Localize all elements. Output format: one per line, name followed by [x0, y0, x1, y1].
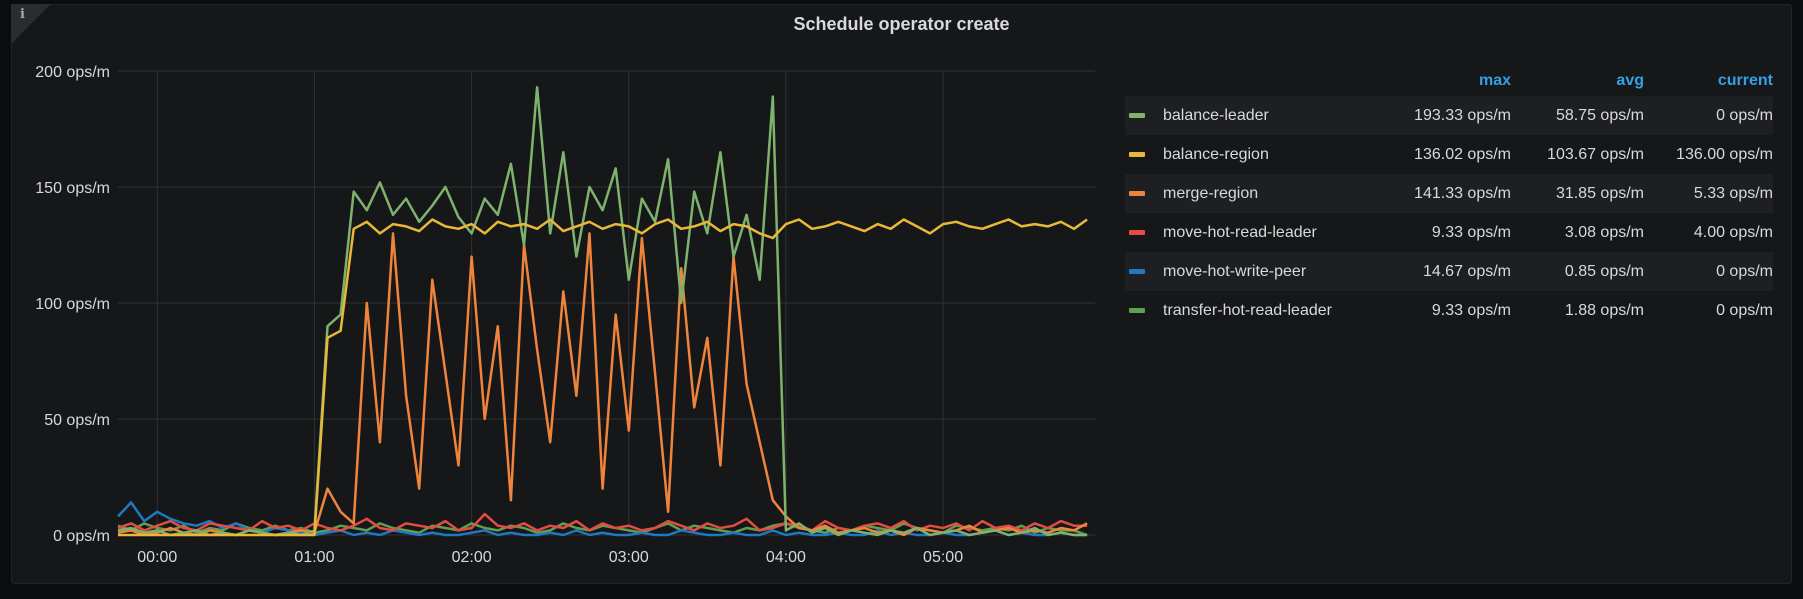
- legend-series[interactable]: balance-leader: [1125, 107, 1390, 125]
- y-tick-label: 150 ops/m: [35, 180, 110, 197]
- series-color-swatch[interactable]: [1129, 152, 1145, 157]
- legend-row[interactable]: balance-region 136.02 ops/m 103.67 ops/m 13…: [1125, 135, 1773, 174]
- legend-current-value: 136.00 ops/m: [1676, 145, 1773, 163]
- legend-max-value: 9.33 ops/m: [1431, 223, 1511, 241]
- series-line-move-hot-read-leader: [117, 512, 1088, 532]
- series-color-swatch[interactable]: [1129, 230, 1145, 235]
- legend-series-name[interactable]: balance-leader: [1163, 107, 1269, 125]
- series-line-merge-region: [117, 232, 1088, 537]
- legend-current-value: 0 ops/m: [1716, 301, 1773, 319]
- legend-avg-value: 1.88 ops/m: [1564, 301, 1644, 319]
- legend-avg-value: 58.75 ops/m: [1555, 106, 1644, 124]
- legend-row[interactable]: transfer-hot-read-leader 9.33 ops/m 1.88 o…: [1125, 291, 1773, 330]
- legend-avg-value: 103.67 ops/m: [1547, 145, 1644, 163]
- legend-series[interactable]: transfer-hot-read-leader: [1125, 302, 1390, 320]
- y-tick-label: 100 ops/m: [35, 296, 110, 313]
- legend-series-name[interactable]: move-hot-write-peer: [1163, 263, 1306, 281]
- legend-series[interactable]: move-hot-read-leader: [1125, 224, 1390, 242]
- y-tick-label: 0 ops/m: [53, 528, 110, 545]
- x-tick-label: 04:00: [766, 549, 806, 566]
- legend-max-value: 14.67 ops/m: [1422, 262, 1511, 280]
- legend-series[interactable]: move-hot-write-peer: [1125, 263, 1390, 281]
- legend-max-value: 9.33 ops/m: [1431, 301, 1511, 319]
- legend-max-value: 141.33 ops/m: [1414, 184, 1511, 202]
- legend-current-value: 5.33 ops/m: [1693, 184, 1773, 202]
- y-tick-label: 200 ops/m: [35, 64, 110, 81]
- legend-series-name[interactable]: move-hot-read-leader: [1163, 224, 1317, 242]
- series-color-swatch[interactable]: [1129, 269, 1145, 274]
- legend-current-value: 0 ops/m: [1716, 106, 1773, 124]
- legend-series[interactable]: merge-region: [1125, 185, 1390, 203]
- x-tick-label: 00:00: [137, 549, 177, 566]
- x-tick-label: 03:00: [609, 549, 649, 566]
- x-tick-label: 02:00: [452, 549, 492, 566]
- legend-row[interactable]: move-hot-write-peer 14.67 ops/m 0.85 ops/m…: [1125, 252, 1773, 291]
- series-color-swatch[interactable]: [1129, 191, 1145, 196]
- legend-max-value: 193.33 ops/m: [1414, 106, 1511, 124]
- legend-current-value: 0 ops/m: [1716, 262, 1773, 280]
- legend-avg-value: 0.85 ops/m: [1564, 262, 1644, 280]
- legend-row[interactable]: merge-region 141.33 ops/m 31.85 ops/m 5.33 …: [1125, 174, 1773, 213]
- legend-series-name[interactable]: transfer-hot-read-leader: [1163, 302, 1332, 320]
- legend-series-name[interactable]: balance-region: [1163, 146, 1269, 164]
- legend-header-avg[interactable]: avg: [1511, 72, 1644, 90]
- legend-row[interactable]: move-hot-read-leader 9.33 ops/m 3.08 ops/m…: [1125, 213, 1773, 252]
- x-tick-label: 01:00: [294, 549, 334, 566]
- legend-header-current[interactable]: current: [1644, 72, 1773, 90]
- legend-avg-value: 3.08 ops/m: [1564, 223, 1644, 241]
- x-tick-label: 05:00: [923, 549, 963, 566]
- series-color-swatch[interactable]: [1129, 113, 1145, 118]
- legend-max-value: 136.02 ops/m: [1414, 145, 1511, 163]
- legend-series-name[interactable]: merge-region: [1163, 185, 1258, 203]
- legend-header-max[interactable]: max: [1390, 72, 1511, 90]
- y-tick-label: 50 ops/m: [44, 412, 110, 429]
- legend-table: max avg current balance-leader 193.33 ops…: [1125, 66, 1773, 330]
- legend-row[interactable]: balance-leader 193.33 ops/m 58.75 ops/m 0 o…: [1125, 96, 1773, 135]
- series-color-swatch[interactable]: [1129, 308, 1145, 313]
- legend-header: max avg current: [1125, 66, 1773, 96]
- legend-avg-value: 31.85 ops/m: [1555, 184, 1644, 202]
- legend-series[interactable]: balance-region: [1125, 146, 1390, 164]
- legend-current-value: 4.00 ops/m: [1693, 223, 1773, 241]
